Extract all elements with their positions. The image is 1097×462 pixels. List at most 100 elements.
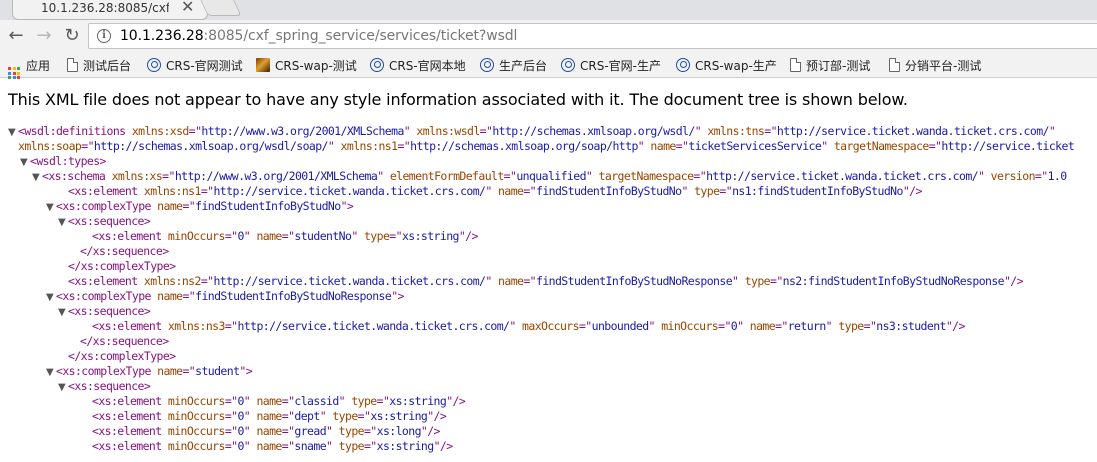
xml-tag: <xs:complexType: [56, 289, 151, 303]
xml-tag: =": [363, 439, 377, 453]
xml-attr-name: name: [250, 424, 282, 438]
xml-tag: =": [224, 394, 238, 408]
xml-line: <xs:element xmlns:ns1="http://service.ti…: [68, 184, 922, 199]
xml-tag: =": [182, 364, 196, 378]
xml-attr-value: student: [195, 364, 240, 378]
back-arrow-icon[interactable]: ←: [6, 25, 26, 47]
xml-tag: =": [578, 319, 592, 333]
xml-attr-name: name: [644, 139, 676, 153]
url-path: :8085/cxf_spring_service/services/ticket…: [203, 28, 518, 44]
bookmark-distribution-test[interactable]: 分销平台-测试: [889, 57, 981, 75]
xml-tag: "/>: [446, 394, 466, 408]
xml-line: ▼ <xs:sequence>: [58, 214, 151, 230]
xml-attr-value: http://service.ticket.wanda.ticket.crs.c…: [213, 184, 486, 198]
xml-attr-name: xmlns:ns1: [334, 139, 399, 153]
collapse-triangle-icon[interactable]: ▼: [8, 125, 18, 140]
xml-attr-name: xmlns:wsdl: [410, 124, 480, 138]
bookmark-crs-site-prod[interactable]: CRS-官网-生产: [561, 57, 661, 75]
xml-tag: =": [182, 289, 196, 303]
globe-icon: [370, 58, 384, 72]
xml-line: <xs:element xmlns:ns3 =" http://service.ti…: [92, 319, 965, 334]
xml-tag: <wsdl:types>: [30, 154, 106, 168]
address-url[interactable]: 10.1.236.28:8085/cxf_spring_service/serv…: [120, 28, 517, 44]
xml-tag: <xs:element: [92, 319, 162, 333]
collapse-triangle-icon[interactable]: ▼: [58, 380, 68, 395]
xml-tag: =": [397, 139, 411, 153]
xml-tag: =": [81, 139, 94, 153]
globe-icon: [147, 58, 161, 72]
xml-tag: <xs:complexType: [56, 364, 151, 378]
xml-tag: =": [719, 184, 733, 198]
xml-tag: <xs:complexType: [56, 199, 151, 213]
xml-attr-name: xmlns:ns3: [161, 319, 226, 333]
collapse-triangle-icon[interactable]: ▼: [58, 215, 68, 230]
collapse-triangle-icon[interactable]: ▼: [58, 305, 68, 320]
xml-tag: "/>: [420, 424, 441, 438]
xml-tag: "/>: [433, 439, 454, 453]
xml-tag: =": [775, 319, 788, 333]
forward-arrow-icon[interactable]: →: [34, 25, 54, 47]
xml-tag: =": [281, 439, 295, 453]
xml-attr-value: xs:string: [389, 394, 447, 408]
xml-attr-value: http://service.ticket.wanda.ticket.crs.c…: [213, 274, 486, 288]
xml-attr-value: xs:long: [376, 424, 422, 438]
bookmark-booking-test[interactable]: 预订部-测试: [790, 57, 870, 75]
collapse-triangle-icon[interactable]: ▼: [20, 155, 30, 170]
xml-attr-value: ns2:findStudentInfoByStudNoResponse: [782, 274, 1005, 288]
bookmark-label: CRS-官网本地: [389, 59, 466, 73]
xml-tag: ">: [340, 199, 354, 213]
bookmark-crs-wap-test[interactable]: CRS-wap-测试: [256, 57, 357, 75]
collapse-triangle-icon[interactable]: ▼: [46, 290, 56, 305]
xml-attr-name: xmlns:ns1: [137, 184, 202, 198]
xml-tag: =": [281, 424, 295, 438]
bookmark-label: CRS-wap-测试: [275, 59, 357, 73]
xml-tag: =": [479, 124, 493, 138]
bookmark-crs-site-test[interactable]: CRS-官网测试: [147, 57, 243, 75]
xml-attr-name: type: [345, 394, 377, 408]
xml-tag: =": [928, 139, 942, 153]
xml-attr-value: findStudentInfoByStudNoResponse: [195, 289, 392, 303]
collapse-triangle-icon[interactable]: ▼: [46, 365, 56, 380]
active-tab[interactable]: 10.1.236.28:8085/cxf_sp ✕: [12, 0, 208, 20]
xml-attr-value: http://service.ticket: [941, 139, 1075, 153]
bookmark-label: 生产后台: [499, 59, 548, 73]
bookmark-prod-backend[interactable]: 生产后台: [480, 57, 547, 75]
xml-tag: =": [281, 229, 295, 243]
xml-attr-value: http://service.ticket.wanda.ticket.crs.c…: [237, 319, 510, 333]
xml-tag: </xs:sequence>: [80, 244, 169, 258]
tab-close-icon[interactable]: ✕: [181, 0, 194, 16]
tab-strip: 10.1.236.28:8085/cxf_sp ✕: [0, 0, 1097, 20]
reload-icon[interactable]: ↻: [62, 25, 82, 47]
xml-tag: <xs:element: [92, 409, 162, 423]
globe-icon: [561, 58, 575, 72]
bookmark-crs-site-local[interactable]: CRS-官网本地: [370, 57, 466, 75]
xml-style-notice: This XML file does not appear to have an…: [8, 90, 908, 109]
new-tab-button[interactable]: [200, 0, 242, 16]
bookmark-label: CRS-官网-生产: [580, 59, 661, 73]
xml-tag: ">: [239, 364, 253, 378]
xml-tag: =": [523, 274, 536, 288]
xml-tag: =": [718, 319, 731, 333]
bookmark-test-backend[interactable]: 测试后台: [67, 57, 131, 75]
collapse-triangle-icon[interactable]: ▼: [46, 200, 56, 215]
xml-line: ▼ <xs:complexType name="student">: [46, 364, 253, 380]
xml-attr-value: findStudentInfoByStudNo: [195, 199, 341, 213]
xml-attr-name: xmlns:ns2: [137, 274, 202, 288]
bookmark-crs-wap-prod[interactable]: CRS-wap-生产: [676, 57, 777, 75]
xml-tag: =": [389, 229, 402, 243]
xml-attr-value: sname: [294, 439, 327, 453]
page-icon: [790, 58, 801, 72]
xml-tag: =": [224, 439, 238, 453]
xml-tag: <xs:sequence>: [68, 304, 151, 318]
xml-attr-name: elementFormDefault: [383, 169, 504, 183]
info-icon[interactable]: i: [97, 29, 111, 43]
xml-attr-value: studentNo: [294, 229, 352, 243]
bookmark-label: CRS-官网测试: [166, 59, 243, 73]
xml-tag: =": [224, 409, 238, 423]
xml-attr-name: name: [743, 319, 776, 333]
bookmark-apps[interactable]: 应用: [8, 57, 50, 79]
collapse-triangle-icon[interactable]: ▼: [32, 170, 42, 185]
xml-attr-value: unqualified: [516, 169, 586, 183]
bookmark-label: 测试后台: [83, 59, 132, 73]
address-bar[interactable]: i 10.1.236.28:8085/cxf_spring_service/se…: [88, 23, 1097, 49]
